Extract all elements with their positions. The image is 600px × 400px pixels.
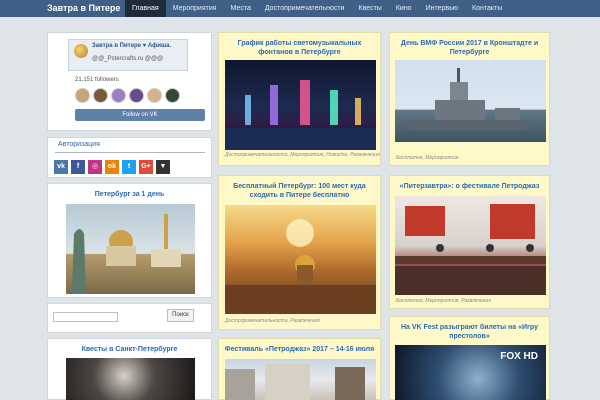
post-categories: Достопримечательности, Мероприятия, Ново… bbox=[225, 152, 380, 158]
vk-follow-button[interactable]: Follow on VK bbox=[75, 109, 205, 121]
post-categories: Достопримечательности, Развлечения bbox=[225, 318, 320, 324]
post-title[interactable]: День ВМФ России 2017 в Кронштадте и Пете… bbox=[395, 39, 544, 57]
post-card: Фестиваль «Петроджаз» 2017 – 14-16 июля bbox=[218, 338, 381, 400]
quests-widget: Квесты в Санкт-Петербурге bbox=[47, 338, 212, 400]
spb-day-image[interactable] bbox=[66, 204, 195, 294]
vk-follower-avatars bbox=[75, 88, 180, 103]
avatar[interactable] bbox=[165, 88, 180, 103]
vk-group-subtitle: @@_Pstercrafts.ru @@@ bbox=[92, 56, 164, 62]
post-title[interactable]: Фестиваль «Петроджаз» 2017 – 14-16 июля bbox=[224, 345, 375, 354]
vk-group-header[interactable]: Завтра в Питере ♥ Афиша. @@_Pstercrafts.… bbox=[68, 39, 188, 71]
avatar[interactable] bbox=[75, 88, 90, 103]
site-brand[interactable]: Завтра в Питере bbox=[47, 0, 120, 17]
odnoklassniki-icon[interactable]: ok bbox=[105, 160, 119, 174]
post-title[interactable]: На VK Fest разыграют билеты на «Игру пре… bbox=[395, 323, 544, 341]
search-widget: Поиск bbox=[47, 303, 212, 333]
nav-item-events[interactable]: Мероприятия bbox=[166, 0, 224, 17]
spb-day-widget: Петербург за 1 день bbox=[47, 183, 212, 298]
nav-item-home[interactable]: Главная bbox=[125, 0, 166, 17]
twitter-icon[interactable]: t bbox=[122, 160, 136, 174]
vk-group-avatar bbox=[74, 44, 88, 58]
nav-item-quests[interactable]: Квесты bbox=[351, 0, 388, 17]
post-image-jazz-stage[interactable] bbox=[395, 196, 546, 295]
post-card: На VK Fest разыграют билеты на «Игру пре… bbox=[389, 316, 550, 400]
post-card: «Питерзавтра»: о фестивале Петроджаз Бес… bbox=[389, 175, 550, 309]
quests-image[interactable] bbox=[66, 358, 195, 400]
vk-icon[interactable]: vk bbox=[54, 160, 68, 174]
post-title[interactable]: «Питерзавтра»: о фестивале Петроджаз bbox=[395, 182, 544, 191]
vk-community-widget: Завтра в Питере ♥ Афиша. @@_Pstercrafts.… bbox=[47, 32, 212, 131]
social-login-list: vk f ◎ ok t G+ ▼ bbox=[54, 160, 170, 174]
nav-item-interviews[interactable]: Интервью bbox=[419, 0, 465, 17]
post-categories: Бесплатно, Мероприятия, Развлечения bbox=[396, 298, 491, 304]
vk-followers-count: 21,151 followers bbox=[75, 77, 119, 83]
search-button[interactable]: Поиск bbox=[167, 309, 194, 322]
nav-item-cinema[interactable]: Кино bbox=[389, 0, 419, 17]
post-image-petrojazz[interactable] bbox=[225, 359, 376, 400]
dropdown-icon[interactable]: ▼ bbox=[156, 160, 170, 174]
post-image-fountains[interactable] bbox=[225, 60, 376, 150]
nav-item-places[interactable]: Места bbox=[224, 0, 258, 17]
main-nav: Главная Мероприятия Места Достопримечате… bbox=[125, 0, 509, 17]
instagram-icon[interactable]: ◎ bbox=[88, 160, 102, 174]
post-title[interactable]: График работы светомузыкальных фонтанов … bbox=[224, 39, 375, 57]
post-title[interactable]: Бесплатный Петербург: 100 мест куда сход… bbox=[224, 182, 375, 200]
quests-title[interactable]: Квесты в Санкт-Петербурге bbox=[48, 346, 211, 353]
avatar[interactable] bbox=[93, 88, 108, 103]
nav-item-sights[interactable]: Достопримечательности bbox=[258, 0, 352, 17]
google-plus-icon[interactable]: G+ bbox=[139, 160, 153, 174]
post-card: День ВМФ России 2017 в Кронштадте и Пете… bbox=[389, 32, 550, 166]
post-image-city-sunset[interactable] bbox=[225, 205, 376, 314]
search-input[interactable] bbox=[53, 312, 118, 322]
fox-hd-logo: FOX HD bbox=[500, 351, 538, 362]
avatar[interactable] bbox=[129, 88, 144, 103]
avatar[interactable] bbox=[147, 88, 162, 103]
auth-title: Авторизация bbox=[58, 141, 100, 148]
avatar[interactable] bbox=[111, 88, 126, 103]
top-navbar: Завтра в Питере Главная Мероприятия Мест… bbox=[0, 0, 600, 17]
post-card: Бесплатный Петербург: 100 мест куда сход… bbox=[218, 175, 381, 330]
post-card: График работы светомузыкальных фонтанов … bbox=[218, 32, 381, 166]
vk-group-title: Завтра в Питере ♥ Афиша. bbox=[92, 43, 172, 49]
post-image-game-of-thrones[interactable]: FOX HD bbox=[395, 345, 546, 400]
facebook-icon[interactable]: f bbox=[71, 160, 85, 174]
post-categories: Бесплатно, Мероприятия bbox=[396, 155, 459, 161]
post-image-warship[interactable] bbox=[395, 60, 546, 142]
nav-item-contacts[interactable]: Контакты bbox=[465, 0, 509, 17]
auth-widget: Авторизация vk f ◎ ok t G+ ▼ bbox=[47, 137, 212, 178]
spb-day-title[interactable]: Петербург за 1 день bbox=[48, 191, 211, 198]
divider bbox=[55, 152, 205, 153]
